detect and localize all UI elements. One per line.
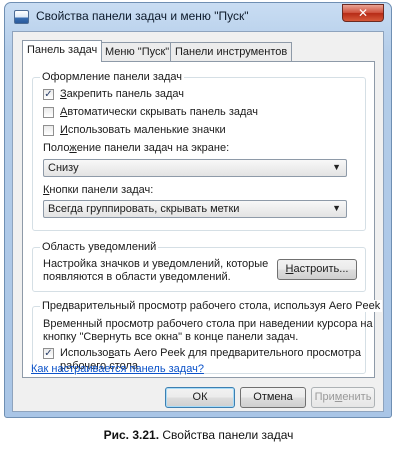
notifications-description-2: появляются в области уведомлений. [43,271,231,283]
autohide-checkbox[interactable] [43,107,54,118]
small-icons-checkbox[interactable] [43,125,54,136]
taskbar-properties-icon [14,10,29,24]
chevron-down-icon: ▼ [332,203,341,213]
group-notifications: Область уведомлений Настройка значков и … [32,241,366,292]
group-appearance: Оформление панели задач ✓ Закрепить пане… [32,71,366,231]
position-label: Положение панели задач на экране: [43,142,230,154]
buttons-mode-select[interactable]: Всегда группировать, скрывать метки ▼ [43,200,347,218]
figure-caption-text: Свойства панели задач [159,428,294,442]
group-notifications-title: Область уведомлений [40,241,159,253]
dialog-window: Свойства панели задач и меню "Пуск" ✕ Па… [4,2,392,418]
notifications-description-1: Настройка значков и уведомлений, которые [43,258,269,270]
position-select-value: Снизу [48,162,79,174]
cancel-button[interactable]: Отмена [240,387,306,408]
title-bar[interactable]: Свойства панели задач и меню "Пуск" ✕ [5,3,391,31]
apply-button[interactable]: Применить [311,387,375,408]
lock-taskbar-checkbox[interactable]: ✓ [43,89,54,100]
figure-caption: Рис. 3.21. Свойства панели задач [0,428,397,442]
aero-peek-checkbox[interactable]: ✓ [43,348,54,359]
figure-number: Рис. 3.21. [103,428,160,442]
buttons-mode-label: Кнопки панели задач: [43,184,154,196]
customize-button[interactable]: Настроить... [277,259,357,280]
dialog-client-area: Панель задач Меню "Пуск" Панели инструме… [12,31,384,412]
lock-taskbar-label: Закрепить панель задач [60,88,185,100]
tab-start-menu[interactable]: Меню "Пуск" [100,42,175,61]
group-appearance-title: Оформление панели задач [40,71,185,83]
chevron-down-icon: ▼ [332,162,341,172]
group-aero-peek-title: Предварительный просмотр рабочего стола,… [40,300,383,312]
aero-peek-label-1: Использовать Aero Peek для предварительн… [60,347,361,359]
tab-toolbars[interactable]: Панели инструментов [170,42,293,61]
autohide-label: Автоматически скрывать панель задач [60,106,259,118]
aero-peek-description-2: кнопку "Свернуть все окна" в конце панел… [43,331,299,343]
ok-button[interactable]: ОК [165,387,235,408]
aero-peek-description-1: Временный просмотр рабочего стола при на… [43,318,373,330]
tab-taskbar[interactable]: Панель задач [22,40,103,62]
close-button[interactable]: ✕ [342,4,384,22]
buttons-mode-select-value: Всегда группировать, скрывать метки [48,203,240,215]
small-icons-label: Использовать маленькие значки [60,124,226,136]
window-title: Свойства панели задач и меню "Пуск" [36,9,249,23]
position-select[interactable]: Снизу ▼ [43,159,347,177]
tab-page-taskbar: Оформление панели задач ✓ Закрепить пане… [22,61,383,378]
help-link[interactable]: Как настраивается панель задач? [31,363,204,375]
